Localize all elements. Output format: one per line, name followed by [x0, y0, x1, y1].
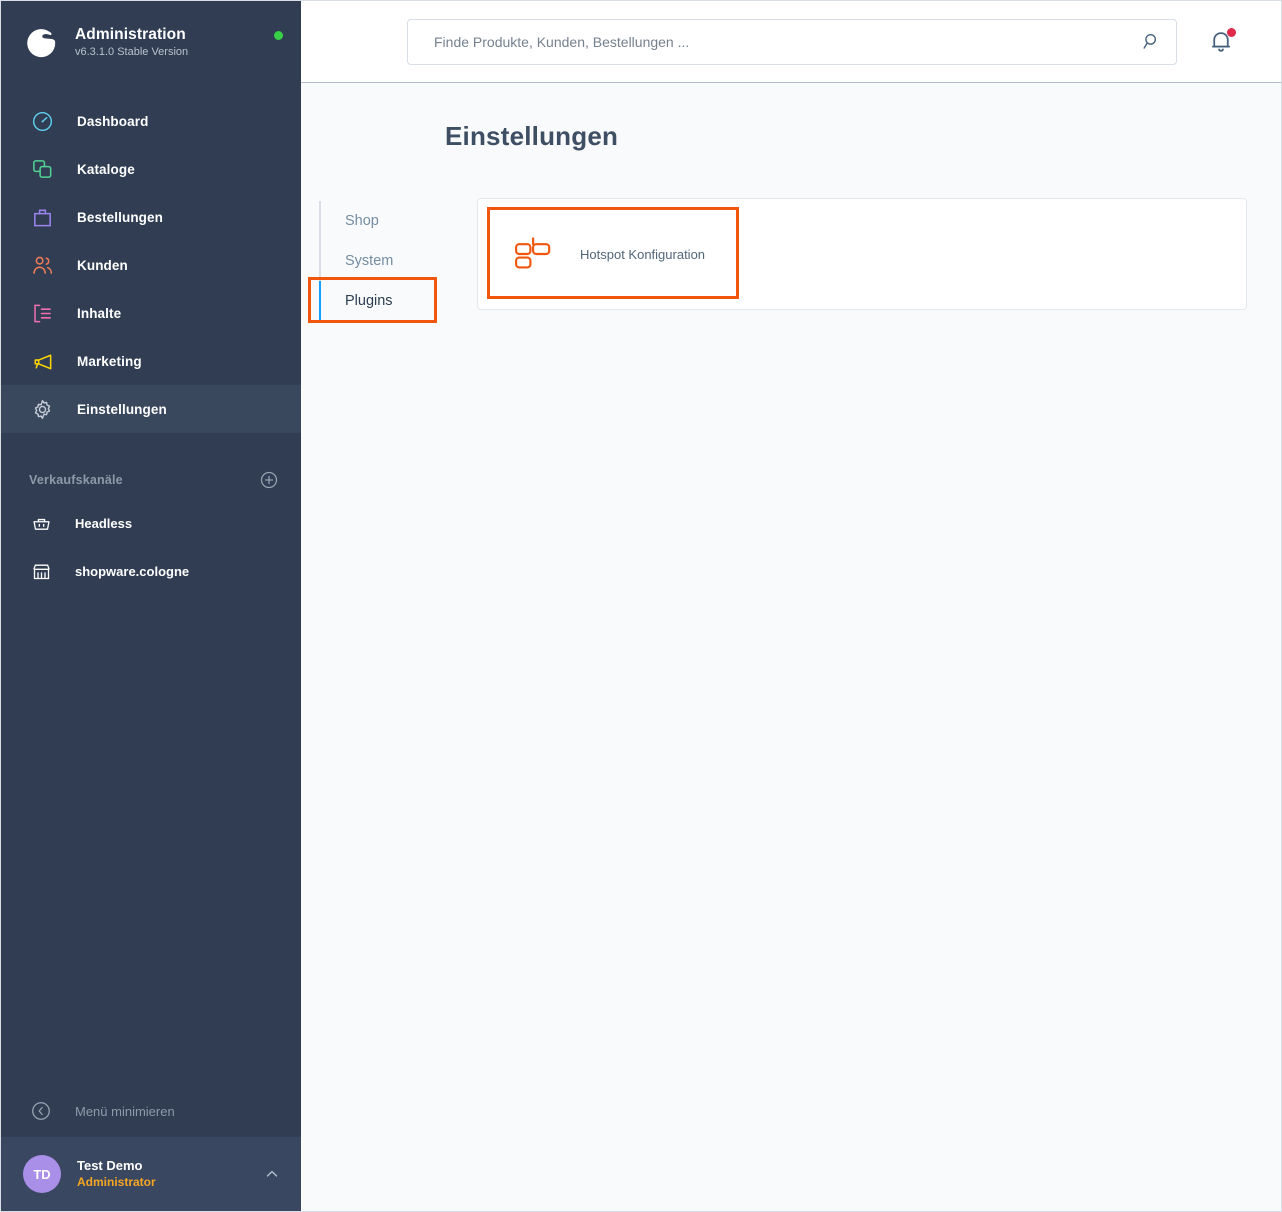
search-icon[interactable] — [1140, 31, 1162, 53]
user-role: Administrator — [77, 1174, 156, 1189]
sidebar-item-einstellungen[interactable]: Einstellungen — [1, 385, 301, 433]
shopware-logo-icon — [23, 24, 59, 60]
chevron-left-circle-icon — [29, 1099, 53, 1123]
plugins-card: Hotspot Konfiguration — [477, 198, 1247, 310]
speedometer-icon — [29, 108, 55, 134]
chevron-up-icon[interactable] — [263, 1165, 281, 1183]
settings-layout: Shop System Plugins Hotspot Konfiguratio… — [301, 198, 1281, 323]
shopping-bag-icon — [29, 204, 55, 230]
sidebar-item-inhalte[interactable]: Inhalte — [1, 289, 301, 337]
avatar: TD — [23, 1155, 61, 1193]
sidebar-item-label: Inhalte — [77, 305, 122, 321]
notifications-button[interactable] — [1207, 27, 1237, 57]
main-area: Einstellungen Shop System Plugins — [301, 1, 1281, 1211]
search-input[interactable] — [434, 33, 1140, 50]
sidebar-item-label: Bestellungen — [77, 209, 163, 225]
sales-channels-title: Verkaufskanäle — [29, 473, 123, 487]
storefront-icon — [29, 559, 53, 583]
sidebar-item-kataloge[interactable]: Kataloge — [1, 145, 301, 193]
admin-app-window: Administration v6.3.1.0 Stable Version D… — [0, 0, 1282, 1212]
tab-label: Shop — [345, 213, 379, 229]
online-status-dot — [274, 30, 283, 40]
tab-plugins[interactable]: Plugins — [319, 281, 449, 321]
global-search[interactable] — [407, 18, 1177, 65]
page-title: Einstellungen — [445, 121, 619, 151]
stacked-squares-icon — [29, 156, 55, 182]
people-icon — [29, 252, 55, 278]
sidebar-brand[interactable]: Administration v6.3.1.0 Stable Version — [1, 1, 301, 83]
settings-tab-list: Shop System Plugins — [308, 201, 449, 323]
sidebar-item-label: Dashboard — [77, 113, 149, 129]
basket-icon — [29, 511, 53, 535]
minimize-menu-button[interactable]: Menü minimieren — [1, 1085, 301, 1137]
sales-channel-label: Headless — [75, 515, 133, 531]
user-name: Test Demo — [77, 1158, 143, 1174]
megaphone-icon — [29, 348, 55, 374]
plus-circle-icon[interactable] — [259, 470, 279, 490]
sidebar-item-label: Kunden — [77, 257, 128, 273]
tab-label: System — [345, 253, 394, 269]
sidebar-item-label: Einstellungen — [77, 401, 167, 417]
sales-channel-shopware-cologne[interactable]: shopware.cologne — [1, 547, 301, 595]
content-list-icon — [29, 300, 55, 326]
sidebar-item-label: Marketing — [77, 353, 142, 369]
tab-system[interactable]: System — [321, 241, 449, 281]
content-area: Einstellungen Shop System Plugins Hotspo… — [301, 83, 1281, 1211]
tab-shop[interactable]: Shop — [321, 201, 449, 241]
sidebar-nav: Dashboard Kataloge Bestellungen Kunden I… — [1, 83, 301, 433]
brand-title: Administration — [75, 25, 186, 43]
notification-badge-dot — [1227, 27, 1236, 37]
sidebar-item-marketing[interactable]: Marketing — [1, 337, 301, 385]
sales-channel-label: shopware.cologne — [75, 563, 190, 579]
sidebar-item-label: Kataloge — [77, 161, 135, 177]
topbar — [301, 1, 1281, 83]
brand-version: v6.3.1.0 Stable Version — [75, 45, 189, 58]
sidebar-item-dashboard[interactable]: Dashboard — [1, 97, 301, 145]
sales-channel-headless[interactable]: Headless — [1, 499, 301, 547]
sidebar-item-bestellungen[interactable]: Bestellungen — [1, 193, 301, 241]
plugin-tile-hotspot-konfiguration[interactable]: Hotspot Konfiguration — [492, 213, 742, 295]
plugin-label: Hotspot Konfiguration — [580, 246, 706, 262]
gear-icon — [29, 396, 55, 422]
user-account-menu[interactable]: TD Test Demo Administrator — [1, 1137, 301, 1211]
gb-plugin-logo-icon — [514, 237, 554, 271]
minimize-menu-label: Menü minimieren — [75, 1103, 175, 1119]
sidebar-item-kunden[interactable]: Kunden — [1, 241, 301, 289]
tab-label: Plugins — [345, 293, 393, 309]
sales-channels-header: Verkaufskanäle — [1, 461, 301, 499]
sidebar: Administration v6.3.1.0 Stable Version D… — [1, 1, 301, 1211]
